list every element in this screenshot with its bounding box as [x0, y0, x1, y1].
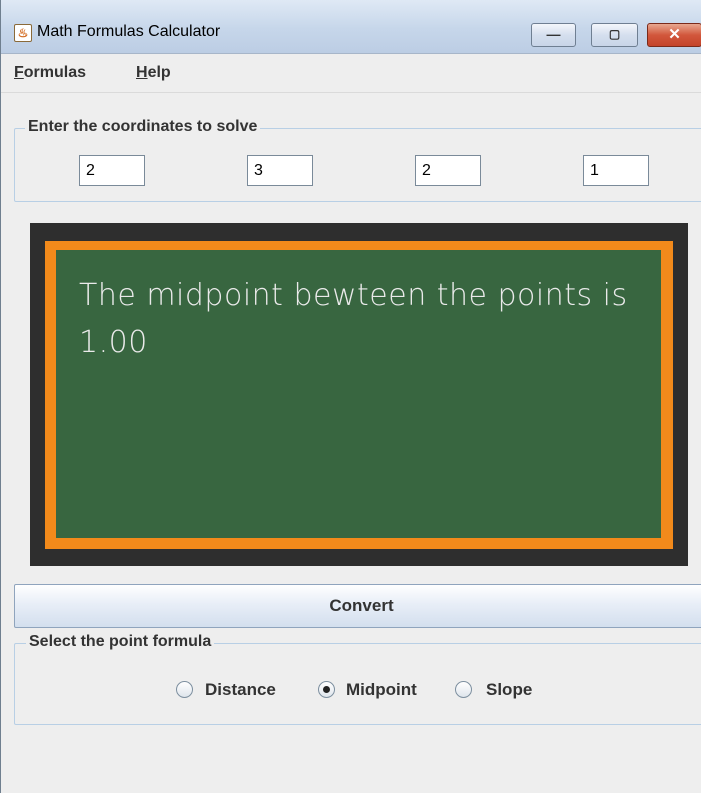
menu-help[interactable]: Help	[136, 64, 171, 82]
coordinate-x2-input[interactable]	[415, 155, 481, 186]
menu-formulas-mnemonic: F	[14, 64, 24, 81]
window-title: Math Formulas Calculator	[37, 23, 221, 40]
chalkboard-result-text: The midpoint bewteen the points is	[79, 278, 628, 313]
maximize-button[interactable]: ▢	[591, 23, 638, 47]
title-bar[interactable]: ♨ Math Formulas Calculator — ▢ ✕	[1, 0, 701, 54]
coordinates-group-title: Enter the coordinates to solve	[25, 118, 261, 136]
java-app-icon: ♨	[14, 24, 32, 42]
coordinate-x1-input[interactable]	[79, 155, 145, 186]
radio-selected-dot	[323, 686, 330, 693]
menu-bar: Formulas Help	[1, 54, 701, 93]
radio-distance-circle[interactable]	[176, 681, 193, 698]
coordinate-y2-input[interactable]	[583, 155, 649, 186]
radio-slope[interactable]: Slope	[455, 680, 555, 702]
menu-help-label: elp	[147, 64, 171, 81]
radio-distance[interactable]: Distance	[176, 680, 306, 702]
menu-help-mnemonic: H	[136, 64, 148, 81]
radio-midpoint[interactable]: Midpoint	[318, 680, 448, 702]
minimize-button[interactable]: —	[531, 23, 576, 47]
chalkboard-result-value: 1.00	[79, 325, 148, 360]
close-button[interactable]: ✕	[647, 23, 701, 47]
radio-midpoint-label: Midpoint	[346, 680, 417, 699]
menu-formulas-label: ormulas	[23, 64, 87, 81]
radio-slope-label: Slope	[486, 680, 533, 699]
radio-distance-label: Distance	[205, 680, 276, 699]
app-window: ♨ Math Formulas Calculator — ▢ ✕ Formula…	[0, 0, 701, 793]
radio-slope-circle[interactable]	[455, 681, 472, 698]
radio-midpoint-circle[interactable]	[318, 681, 335, 698]
menu-formulas[interactable]: Formulas	[14, 64, 86, 82]
convert-button[interactable]: Convert	[14, 584, 701, 628]
formula-group-title: Select the point formula	[26, 633, 215, 651]
coordinate-y1-input[interactable]	[247, 155, 313, 186]
